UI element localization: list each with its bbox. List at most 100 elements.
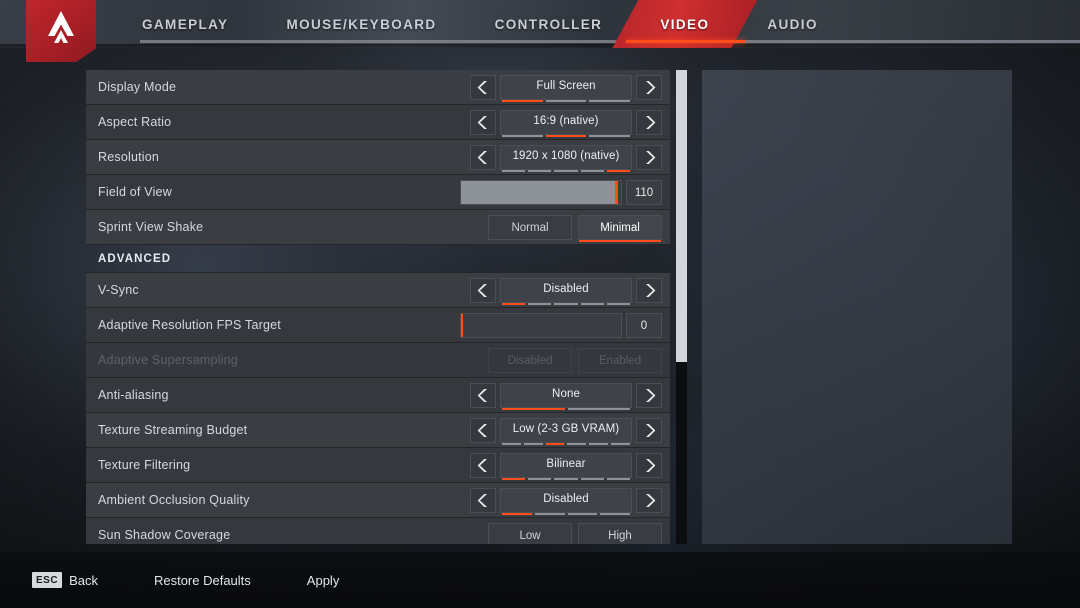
step-segment xyxy=(545,442,565,445)
slider-fill xyxy=(461,181,617,204)
setting-value-selector[interactable]: Disabled xyxy=(500,488,632,515)
slider-handle[interactable] xyxy=(461,314,463,337)
chevron-left-icon[interactable] xyxy=(470,383,496,408)
setting-value: 1920 x 1080 (native) xyxy=(512,149,620,162)
setting-label: Display Mode xyxy=(98,80,177,94)
setting-row-display-mode[interactable]: Display Mode Full Screen xyxy=(86,70,670,105)
scrollbar-thumb[interactable] xyxy=(676,70,687,362)
setting-slider[interactable]: 110 xyxy=(460,180,662,205)
settings-rows: Display Mode Full Screen Aspect Ratio 16:9 … xyxy=(86,70,670,544)
toggle-option-label: Low xyxy=(519,529,541,542)
setting-row-sprint-view-shake[interactable]: Sprint View Shake Normal Minimal xyxy=(86,210,670,245)
toggle-option-label: High xyxy=(608,529,632,542)
tab-gameplay[interactable]: GAMEPLAY xyxy=(120,0,250,48)
step-segment xyxy=(502,169,526,172)
slider-value-readout: 110 xyxy=(626,180,662,205)
setting-row-v-sync[interactable]: V-Sync Disabled xyxy=(86,273,670,308)
step-segment xyxy=(502,407,565,410)
setting-control: Full Screen xyxy=(470,70,662,105)
footer-action-label: Back xyxy=(69,572,98,588)
slider-track[interactable] xyxy=(460,313,622,338)
setting-step-indicator xyxy=(502,169,631,172)
tab-label: GAMEPLAY xyxy=(142,16,229,32)
settings-screen: GAMEPLAY MOUSE/KEYBOARD CONTROLLER VIDEO AUD… xyxy=(0,0,1080,608)
setting-value-selector[interactable]: Bilinear xyxy=(500,453,632,480)
toggle-option-high[interactable]: High xyxy=(578,523,662,544)
chevron-right-icon[interactable] xyxy=(636,75,662,100)
setting-row-anti-aliasing[interactable]: Anti-aliasing None xyxy=(86,378,670,413)
chevron-left-icon[interactable] xyxy=(470,110,496,135)
chevron-left-icon[interactable] xyxy=(470,453,496,478)
setting-value-selector[interactable]: Disabled xyxy=(500,278,632,305)
chevron-right-icon[interactable] xyxy=(636,453,662,478)
setting-toggle-group: Disabled Enabled xyxy=(488,348,662,373)
chevron-right-icon[interactable] xyxy=(636,488,662,513)
chevron-right-icon[interactable] xyxy=(636,383,662,408)
toggle-option-minimal[interactable]: Minimal xyxy=(578,215,662,242)
setting-value-selector[interactable]: Full Screen xyxy=(500,75,632,102)
apex-logo xyxy=(26,0,96,62)
toggle-option-disabled: Disabled xyxy=(488,348,572,373)
chevron-left-icon[interactable] xyxy=(470,278,496,303)
step-segment xyxy=(545,99,587,102)
apex-logo-icon xyxy=(26,9,96,56)
tab-mouse-keyboard[interactable]: MOUSE/KEYBOARD xyxy=(264,0,458,48)
tab-audio[interactable]: AUDIO xyxy=(745,0,840,48)
setting-row-adaptive-resolution-fps-target[interactable]: Adaptive Resolution FPS Target 0 xyxy=(86,308,670,343)
setting-row-ambient-occlusion-quality[interactable]: Ambient Occlusion Quality Disabled xyxy=(86,483,670,518)
setting-control: Bilinear xyxy=(470,448,662,483)
setting-row-resolution[interactable]: Resolution 1920 x 1080 (native) xyxy=(86,140,670,175)
setting-value: Disabled xyxy=(543,492,589,505)
toggle-option-label: Enabled xyxy=(598,354,642,367)
step-segment xyxy=(606,169,631,172)
setting-control: 0 xyxy=(460,308,662,343)
setting-value-selector[interactable]: None xyxy=(500,383,632,410)
step-segment xyxy=(502,99,543,102)
tab-controller[interactable]: CONTROLLER xyxy=(473,0,625,48)
setting-row-aspect-ratio[interactable]: Aspect Ratio 16:9 (native) xyxy=(86,105,670,140)
chevron-left-icon[interactable] xyxy=(470,418,496,443)
setting-step-indicator xyxy=(502,99,631,102)
step-segment xyxy=(606,302,631,305)
tab-label: MOUSE/KEYBOARD xyxy=(286,16,437,32)
setting-row-field-of-view[interactable]: Field of View 110 xyxy=(86,175,670,210)
step-segment xyxy=(554,302,578,305)
slider-track[interactable] xyxy=(460,180,622,205)
setting-row-sun-shadow-coverage[interactable]: Sun Shadow Coverage Low High xyxy=(86,518,670,544)
setting-value: Bilinear xyxy=(546,457,586,470)
footer-action-restore-defaults[interactable]: Restore Defaults xyxy=(154,573,251,588)
step-segment xyxy=(528,169,552,172)
setting-label: Sprint View Shake xyxy=(98,220,204,234)
setting-row-texture-streaming-budget[interactable]: Texture Streaming Budget Low (2-3 GB VRAM… xyxy=(86,413,670,448)
chevron-left-icon[interactable] xyxy=(470,75,496,100)
setting-value: None xyxy=(552,387,580,400)
scrollbar-track[interactable] xyxy=(676,70,687,544)
toggle-option-label: Disabled xyxy=(507,354,553,367)
setting-value-selector[interactable]: 1920 x 1080 (native) xyxy=(500,145,632,172)
setting-value-selector[interactable]: 16:9 (native) xyxy=(500,110,632,137)
footer-action-back[interactable]: ESC Back xyxy=(32,572,98,588)
step-segment xyxy=(567,442,587,445)
setting-value-selector[interactable]: Low (2-3 GB VRAM) xyxy=(500,418,632,445)
chevron-right-icon[interactable] xyxy=(636,418,662,443)
setting-row-texture-filtering[interactable]: Texture Filtering Bilinear xyxy=(86,448,670,483)
setting-slider[interactable]: 0 xyxy=(460,313,662,338)
chevron-right-icon[interactable] xyxy=(636,278,662,303)
setting-step-indicator xyxy=(502,302,631,305)
chevron-right-icon[interactable] xyxy=(636,145,662,170)
chevron-right-icon[interactable] xyxy=(636,110,662,135)
step-segment xyxy=(534,512,565,515)
setting-control: 1920 x 1080 (native) xyxy=(470,140,662,175)
footer-action-apply[interactable]: Apply xyxy=(307,573,340,588)
chevron-left-icon[interactable] xyxy=(470,145,496,170)
setting-label: Ambient Occlusion Quality xyxy=(98,493,250,507)
tab-label: VIDEO xyxy=(660,16,710,32)
toggle-option-low[interactable]: Low xyxy=(488,523,572,544)
tab-bar[interactable]: GAMEPLAY MOUSE/KEYBOARD CONTROLLER VIDEO AUD… xyxy=(120,0,854,48)
slider-handle[interactable] xyxy=(615,181,619,204)
setting-step-indicator xyxy=(502,442,630,445)
toggle-option-normal[interactable]: Normal xyxy=(488,215,572,240)
setting-label: Texture Streaming Budget xyxy=(98,423,248,437)
chevron-left-icon[interactable] xyxy=(470,488,496,513)
tab-video[interactable]: VIDEO xyxy=(638,0,731,48)
